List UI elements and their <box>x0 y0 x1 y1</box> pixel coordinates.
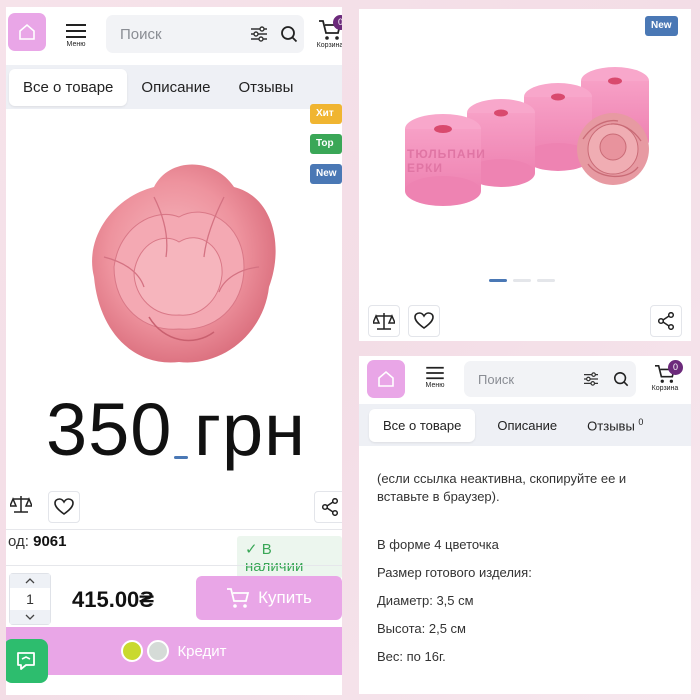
home-button[interactable] <box>8 13 46 51</box>
qty-up-button[interactable] <box>10 574 50 588</box>
search-input[interactable]: Поиск <box>106 26 244 43</box>
filter-icon[interactable] <box>576 360 606 398</box>
divider <box>6 529 342 530</box>
monobank-icon <box>121 640 144 662</box>
carousel-dot-active[interactable] <box>174 456 188 459</box>
menu-button[interactable]: Меню <box>56 17 96 61</box>
badge-new: New <box>645 16 678 36</box>
wishlist-button[interactable] <box>48 491 80 523</box>
share-icon <box>321 498 339 516</box>
privatbank-icon <box>147 640 170 662</box>
search-input[interactable]: Поиск <box>464 372 576 387</box>
mold-embossed-text: ТЮЛЬПАНИ ЕРКИ <box>407 147 486 175</box>
credit-button[interactable]: Кредит <box>6 627 342 675</box>
price-overlay: 350 грн <box>46 388 307 471</box>
home-icon <box>378 370 394 387</box>
product-page-left: Меню Поиск Корзина 0 Все о товаре Описан… <box>6 7 342 695</box>
filter-icon[interactable] <box>244 15 274 53</box>
carousel-dot[interactable] <box>489 279 507 282</box>
description-line: Размер готового изделия: <box>377 565 532 580</box>
qty-down-button[interactable] <box>10 610 50 624</box>
cart-label: Корзина <box>651 385 679 392</box>
product-tabs: Все о товаре Описание Отзывы <box>6 65 342 109</box>
cart-label: Корзина <box>316 42 342 49</box>
carousel-dot[interactable] <box>513 279 531 282</box>
divider <box>6 565 342 566</box>
menu-label: Меню <box>66 41 86 48</box>
compare-button[interactable] <box>6 489 36 519</box>
product-description-page: Меню Поиск Корзина 0 Все о товаре Описан… <box>359 356 691 694</box>
buy-button[interactable]: Купить <box>196 576 342 620</box>
chat-icon <box>17 652 35 670</box>
scales-icon <box>10 496 32 513</box>
stock-status: ✓ В наличии <box>237 536 342 579</box>
home-icon <box>19 23 35 40</box>
cart-button[interactable]: Корзина 0 <box>310 15 342 59</box>
cart-count-badge: 0 <box>668 360 683 375</box>
total-price: 415.00₴ <box>72 587 154 612</box>
share-button[interactable] <box>314 491 342 523</box>
chat-button[interactable] <box>6 639 48 683</box>
description-line: Высота: 2,5 см <box>377 621 466 636</box>
home-button[interactable] <box>367 360 405 398</box>
header: Меню Поиск Корзина 0 <box>6 7 342 63</box>
description-text: (если ссылка неактивна, скопируйте ее и … <box>377 470 677 506</box>
reviews-count: 0 <box>638 416 644 427</box>
menu-button[interactable]: Меню <box>415 360 455 404</box>
credit-label: Кредит <box>177 642 227 660</box>
tulip-soap-image <box>92 164 276 363</box>
tab-description[interactable]: Описание <box>475 409 579 442</box>
compare-button[interactable] <box>368 305 400 337</box>
quantity-stepper[interactable]: 1 <box>9 573 51 625</box>
cart-icon <box>227 588 250 608</box>
tab-all-about[interactable]: Все о товаре <box>369 408 476 442</box>
product-tabs: Все о товаре Описание Отзывы 0 <box>359 404 691 446</box>
silicone-mold-image <box>405 67 649 206</box>
wishlist-button[interactable] <box>408 305 440 337</box>
buy-label: Купить <box>258 588 312 607</box>
cart-button[interactable]: Корзина 0 <box>645 360 685 404</box>
tab-reviews[interactable]: Отзывы <box>224 69 307 106</box>
qty-value[interactable]: 1 <box>10 588 50 610</box>
tab-reviews-label: Отзывы <box>587 418 635 434</box>
carousel-dot[interactable] <box>537 279 555 282</box>
scales-icon <box>373 313 395 330</box>
hamburger-icon <box>426 366 444 380</box>
tab-all-about[interactable]: Все о товаре <box>9 68 128 106</box>
check-icon: ✓ <box>245 541 262 558</box>
search-bar[interactable]: Поиск <box>106 15 304 53</box>
product-code: од: 9061 <box>8 533 66 550</box>
carousel-dots[interactable] <box>489 279 555 282</box>
share-icon <box>657 312 675 330</box>
cart-count-badge: 0 <box>333 15 342 30</box>
tab-description[interactable]: Описание <box>127 69 224 106</box>
search-bar[interactable]: Поиск <box>464 361 636 397</box>
chevron-up-icon <box>25 578 35 584</box>
heart-icon <box>54 498 74 515</box>
chevron-down-icon <box>25 614 35 620</box>
badge-new: New <box>310 164 342 184</box>
description-line: Диаметр: 3,5 см <box>377 593 474 608</box>
search-icon[interactable] <box>606 360 636 398</box>
product-gallery: New ТЮЛЬПАНИ ЕРКИ <box>359 9 691 341</box>
description-line: (если ссылка неактивна, скопируйте ее и … <box>377 471 627 504</box>
badge-hit: Хит <box>310 104 342 124</box>
header: Меню Поиск Корзина 0 <box>359 356 691 404</box>
description-line: В форме 4 цветочка <box>377 537 499 552</box>
share-button[interactable] <box>650 305 682 337</box>
description-line: Вес: по 16г. <box>377 649 446 664</box>
heart-icon <box>414 312 434 329</box>
badge-top: Top <box>310 134 342 154</box>
hamburger-icon <box>66 24 86 38</box>
tab-reviews[interactable]: Отзывы 0 <box>579 408 651 442</box>
product-code-value: 9061 <box>33 533 67 550</box>
menu-label: Меню <box>425 382 445 389</box>
search-icon[interactable] <box>274 15 304 53</box>
product-code-label: од: <box>8 533 29 550</box>
